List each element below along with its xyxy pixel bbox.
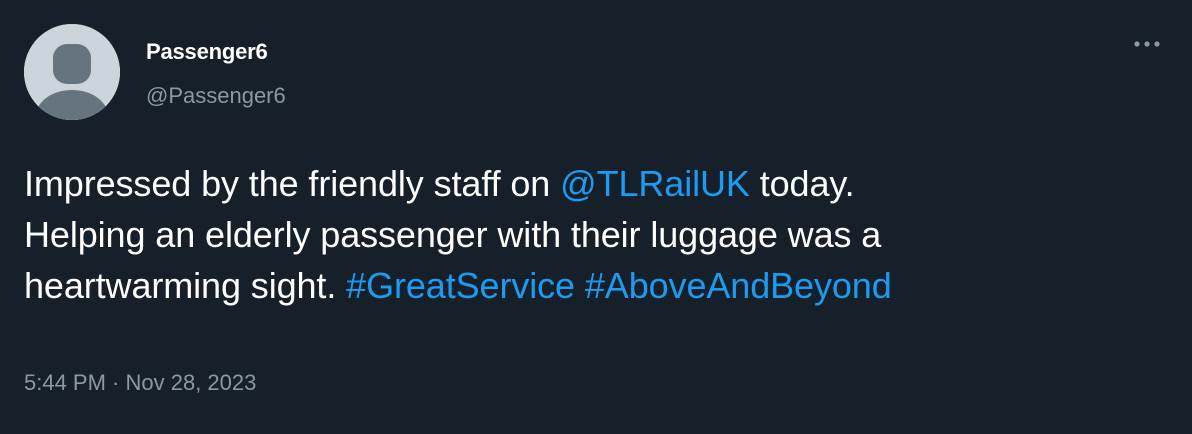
tweet-text-segment xyxy=(575,265,585,306)
tweet-text-segment: Impressed by the friendly staff on xyxy=(24,163,561,204)
tweet-text-segment: Helping an elderly passenger with their … xyxy=(24,214,882,255)
hashtag-link[interactable]: #GreatService xyxy=(346,265,575,306)
tweet-timestamp: 5:44 PM · Nov 28, 2023 xyxy=(24,369,256,397)
tweet-text-segment: heartwarming sight. xyxy=(24,265,347,306)
author-display-name[interactable]: Passenger6 xyxy=(146,38,268,66)
tweet-date[interactable]: Nov 28, 2023 xyxy=(126,370,257,395)
author-handle[interactable]: @Passenger6 xyxy=(146,82,286,110)
hashtag-link[interactable]: #AboveAndBeyond xyxy=(585,265,892,306)
timestamp-separator: · xyxy=(105,370,126,395)
mention-link[interactable]: @TLRailUK xyxy=(560,163,750,204)
tweet-text: Impressed by the friendly staff on @TLRa… xyxy=(24,158,1164,311)
more-horizontal-icon xyxy=(1134,41,1160,47)
tweet-text-segment: today. xyxy=(749,163,855,204)
avatar[interactable] xyxy=(24,24,120,120)
tweet-text-line: Impressed by the friendly staff on @TLRa… xyxy=(24,158,1164,209)
tweet-text-line: heartwarming sight. #GreatService #Above… xyxy=(24,260,1164,311)
tweet-card: Passenger6 @Passenger6 Impressed by the … xyxy=(0,0,1192,434)
more-options-button[interactable] xyxy=(1125,30,1169,58)
tweet-text-line: Helping an elderly passenger with their … xyxy=(24,209,1164,260)
tweet-time[interactable]: 5:44 PM xyxy=(24,370,106,395)
default-avatar-icon xyxy=(24,24,120,120)
